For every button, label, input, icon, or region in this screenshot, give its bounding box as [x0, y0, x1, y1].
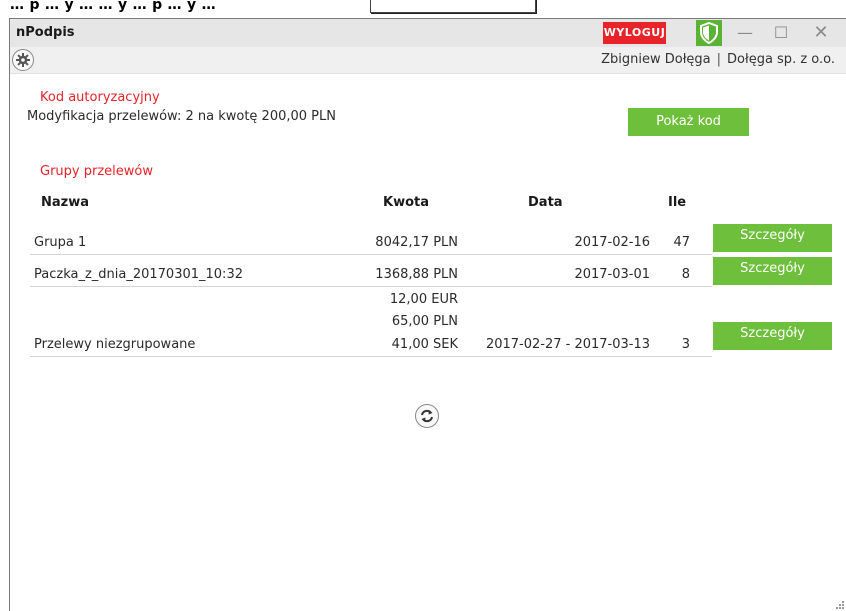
row-amount: 12,00 EUR [389, 292, 458, 307]
auth-description: Modyfikacja przelewów: 2 na kwotę 200,00… [27, 109, 336, 124]
company-name: Dołęga sp. z o.o. [727, 52, 835, 67]
row-divider [30, 286, 712, 287]
refresh-icon[interactable] [415, 404, 439, 428]
show-code-button[interactable]: Pokaż kod [628, 108, 749, 136]
details-button[interactable]: Szczegóły [713, 322, 832, 350]
shield-icon[interactable] [696, 20, 722, 46]
row-amount: 8042,17 PLN [375, 235, 458, 250]
minimize-button[interactable]: — [730, 21, 760, 45]
row-amount: 1368,88 PLN [375, 267, 458, 282]
app-title: nPodpis [16, 25, 75, 40]
user-name: Zbigniew Dołęga [601, 52, 711, 67]
logout-button[interactable]: WYLOGUJ [603, 22, 666, 44]
cropped-text-fragment: … p … y … … y … p … y … [10, 0, 216, 13]
gear-icon[interactable] [12, 49, 34, 71]
row-name: Paczka_z_dnia_20170301_10:32 [34, 267, 243, 282]
row-amount: 41,00 SEK [391, 337, 458, 352]
groups-title: Grupy przelewów [40, 164, 153, 179]
column-header-name: Nazwa [41, 195, 90, 210]
row-date: 2017-02-27 - 2017-03-13 [485, 337, 650, 352]
row-name: Grupa 1 [34, 235, 87, 250]
row-divider [30, 254, 712, 255]
resize-grip-icon[interactable] [836, 601, 844, 609]
column-header-date: Data [528, 195, 563, 210]
column-header-count: Ile [668, 195, 687, 210]
maximize-button[interactable]: ☐ [766, 21, 796, 45]
details-button[interactable]: Szczegóły [713, 224, 832, 252]
row-divider [30, 356, 712, 357]
row-amount: 65,00 PLN [391, 314, 458, 329]
auth-code-title: Kod autoryzacyjny [40, 90, 160, 105]
row-count: 47 [673, 235, 690, 250]
cropped-top-strip: … p … y … … y … p … y … [0, 0, 846, 16]
close-button[interactable]: ✕ [806, 21, 836, 45]
row-count: 8 [681, 267, 690, 282]
cropped-box [370, 0, 536, 13]
row-date: 2017-03-01 [574, 267, 650, 282]
row-date: 2017-02-16 [574, 235, 650, 250]
row-name: Przelewy niezgrupowane [34, 337, 196, 352]
user-info: Zbigniew Dołęga | Dołęga sp. z o.o. [601, 52, 835, 67]
user-separator: | [716, 52, 722, 67]
title-bar[interactable]: nPodpis WYLOGUJ — ☐ ✕ [10, 19, 846, 47]
row-count: 3 [681, 337, 690, 352]
details-button[interactable]: Szczegóły [713, 257, 832, 285]
column-header-amount: Kwota [383, 195, 430, 210]
user-bar: Zbigniew Dołęga | Dołęga sp. z o.o. [10, 47, 846, 74]
app-window: nPodpis WYLOGUJ — ☐ ✕ Zbigniew Dołęga | … [9, 18, 846, 611]
